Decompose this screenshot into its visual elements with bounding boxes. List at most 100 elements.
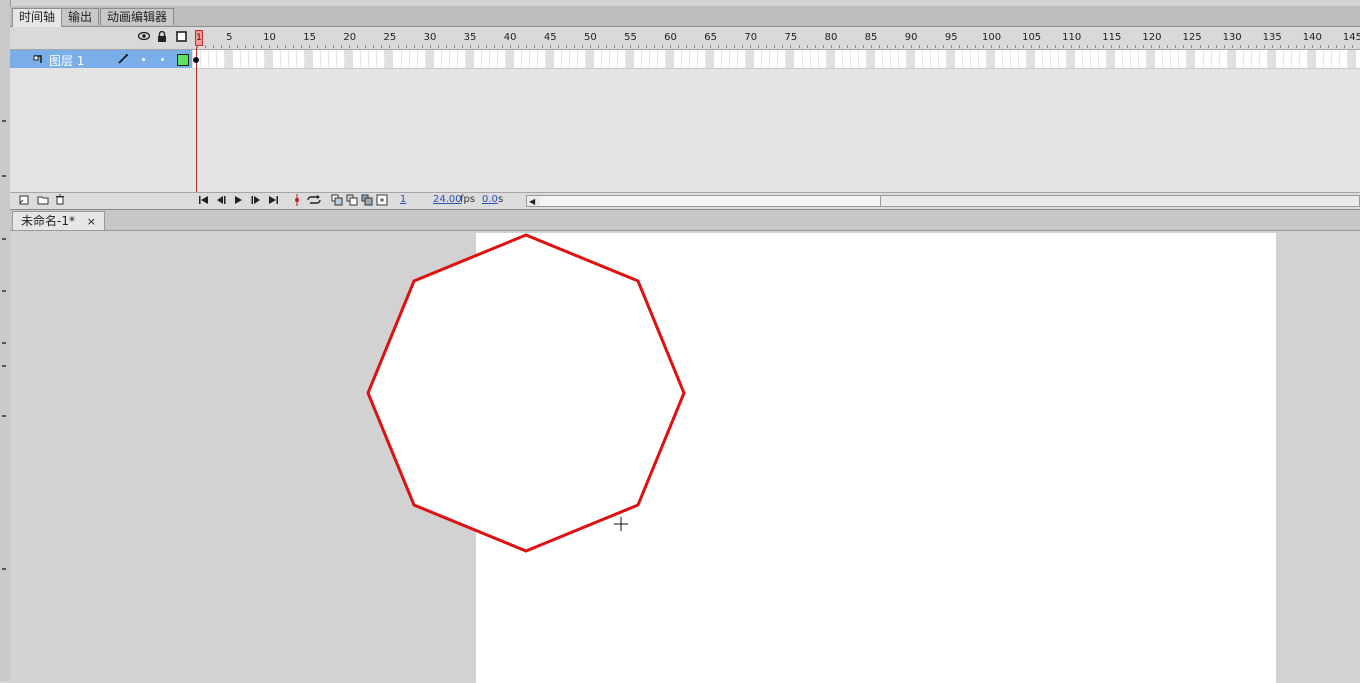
frame-cell[interactable] [649,50,651,68]
frame-cell[interactable] [1307,50,1316,68]
frame-cell[interactable] [1090,50,1092,68]
frame-cell[interactable] [1067,50,1076,68]
frame-cell[interactable] [1002,50,1003,68]
outline-icon[interactable] [176,31,187,45]
frame-cell[interactable] [1187,50,1196,68]
play-icon[interactable] [232,195,244,208]
frame-cell[interactable] [977,50,979,68]
tab-motion-editor[interactable]: 动画编辑器 [100,8,175,25]
outline-color-swatch[interactable] [177,54,189,66]
frame-cell[interactable] [601,50,602,68]
frame-cell[interactable] [560,50,562,68]
frame-cell[interactable] [969,50,971,68]
frame-cell[interactable] [416,50,418,68]
frame-cell[interactable] [1267,50,1276,68]
frame-cell[interactable] [697,50,699,68]
frame-cell[interactable] [801,50,803,68]
frame-cell[interactable] [1227,50,1236,68]
close-icon[interactable]: × [87,215,96,228]
frame-cell[interactable] [448,50,450,68]
tab-timeline[interactable]: 时间轴 [12,8,63,27]
frame-cell[interactable] [1282,50,1284,68]
frame-cell[interactable] [208,50,210,68]
frame-cell[interactable] [1027,50,1036,68]
frame-cell[interactable] [1050,50,1052,68]
frame-cell[interactable] [906,50,915,68]
frame-cell[interactable] [336,50,338,68]
fps-value[interactable]: 24.00 [433,194,462,205]
onion-outline-icon[interactable] [346,194,358,209]
frame-cell[interactable] [761,50,763,68]
frame-cell[interactable] [305,50,314,68]
frame-cell[interactable] [1018,50,1020,68]
frame-cell[interactable] [1122,50,1124,68]
frame-cell[interactable] [609,50,611,68]
frame-cell[interactable] [657,50,659,68]
frame-cell[interactable] [576,50,578,68]
frame-cell[interactable] [1178,50,1180,68]
current-frame[interactable]: 1 [400,194,406,205]
lock-icon[interactable] [157,30,167,45]
frame-cell[interactable] [585,50,594,68]
frame-cell[interactable] [248,50,250,68]
frame-row[interactable] [193,50,1360,69]
frame-cell[interactable] [866,50,875,68]
octagon-shape[interactable] [366,233,686,553]
frame-cell[interactable] [240,50,242,68]
frame-cell[interactable] [929,50,931,68]
frame-cell[interactable] [681,50,683,68]
frame-cell[interactable] [1042,50,1044,68]
frame-cell[interactable] [1138,50,1140,68]
frame-cell[interactable] [216,50,218,68]
frame-cell[interactable] [440,50,442,68]
frame-cell[interactable] [1218,50,1220,68]
frame-cell[interactable] [545,50,554,68]
frame-cell[interactable] [1290,50,1292,68]
new-layer-icon[interactable] [19,194,30,208]
frame-cell[interactable] [425,50,434,68]
visibility-dot[interactable] [142,58,145,61]
document-tab[interactable]: 未命名-1* × [12,211,106,230]
last-frame-icon[interactable] [267,195,279,208]
frame-cell[interactable] [921,50,923,68]
frame-cell[interactable] [777,50,779,68]
frame-cell[interactable] [626,50,635,68]
frame-cell[interactable] [857,50,859,68]
frame-cell[interactable] [729,50,731,68]
frame-cell[interactable] [841,50,843,68]
eye-icon[interactable] [137,31,151,44]
frame-cell[interactable] [1107,50,1116,68]
frame-cell[interactable] [368,50,370,68]
frame-cell[interactable] [746,50,755,68]
loop-icon[interactable] [306,195,322,208]
frame-cell[interactable] [265,50,274,68]
frame-cell[interactable] [528,50,530,68]
frame-cell[interactable] [849,50,851,68]
onion-skin-icon[interactable] [331,194,343,209]
frame-cell[interactable] [617,50,619,68]
frame-cell[interactable] [1338,50,1340,68]
lock-dot[interactable] [161,58,164,61]
edit-multiple-frames-icon[interactable] [361,194,373,209]
frame-cell[interactable] [225,50,234,68]
frame-cell[interactable] [689,50,691,68]
frame-cell[interactable] [961,50,963,68]
center-frame-icon[interactable] [293,194,301,209]
frame-cell[interactable] [200,50,201,68]
pasteboard[interactable] [10,231,1360,683]
frame-cell[interactable] [345,50,354,68]
frame-cell[interactable] [568,50,570,68]
frame-cell[interactable] [1250,50,1252,68]
frame-cell[interactable] [320,50,322,68]
frame-cell[interactable] [1010,50,1012,68]
frame-cell[interactable] [408,50,410,68]
layer-name[interactable]: 图层 1 [49,52,84,69]
scroll-left-icon[interactable]: ◀ [529,197,535,206]
frame-cell[interactable] [1147,50,1156,68]
frame-cell[interactable] [1298,50,1300,68]
frame-cell[interactable] [1330,50,1332,68]
frame-cell[interactable] [400,50,402,68]
prev-frame-icon[interactable] [215,195,227,208]
new-folder-icon[interactable] [37,194,49,208]
frame-cell[interactable] [456,50,458,68]
